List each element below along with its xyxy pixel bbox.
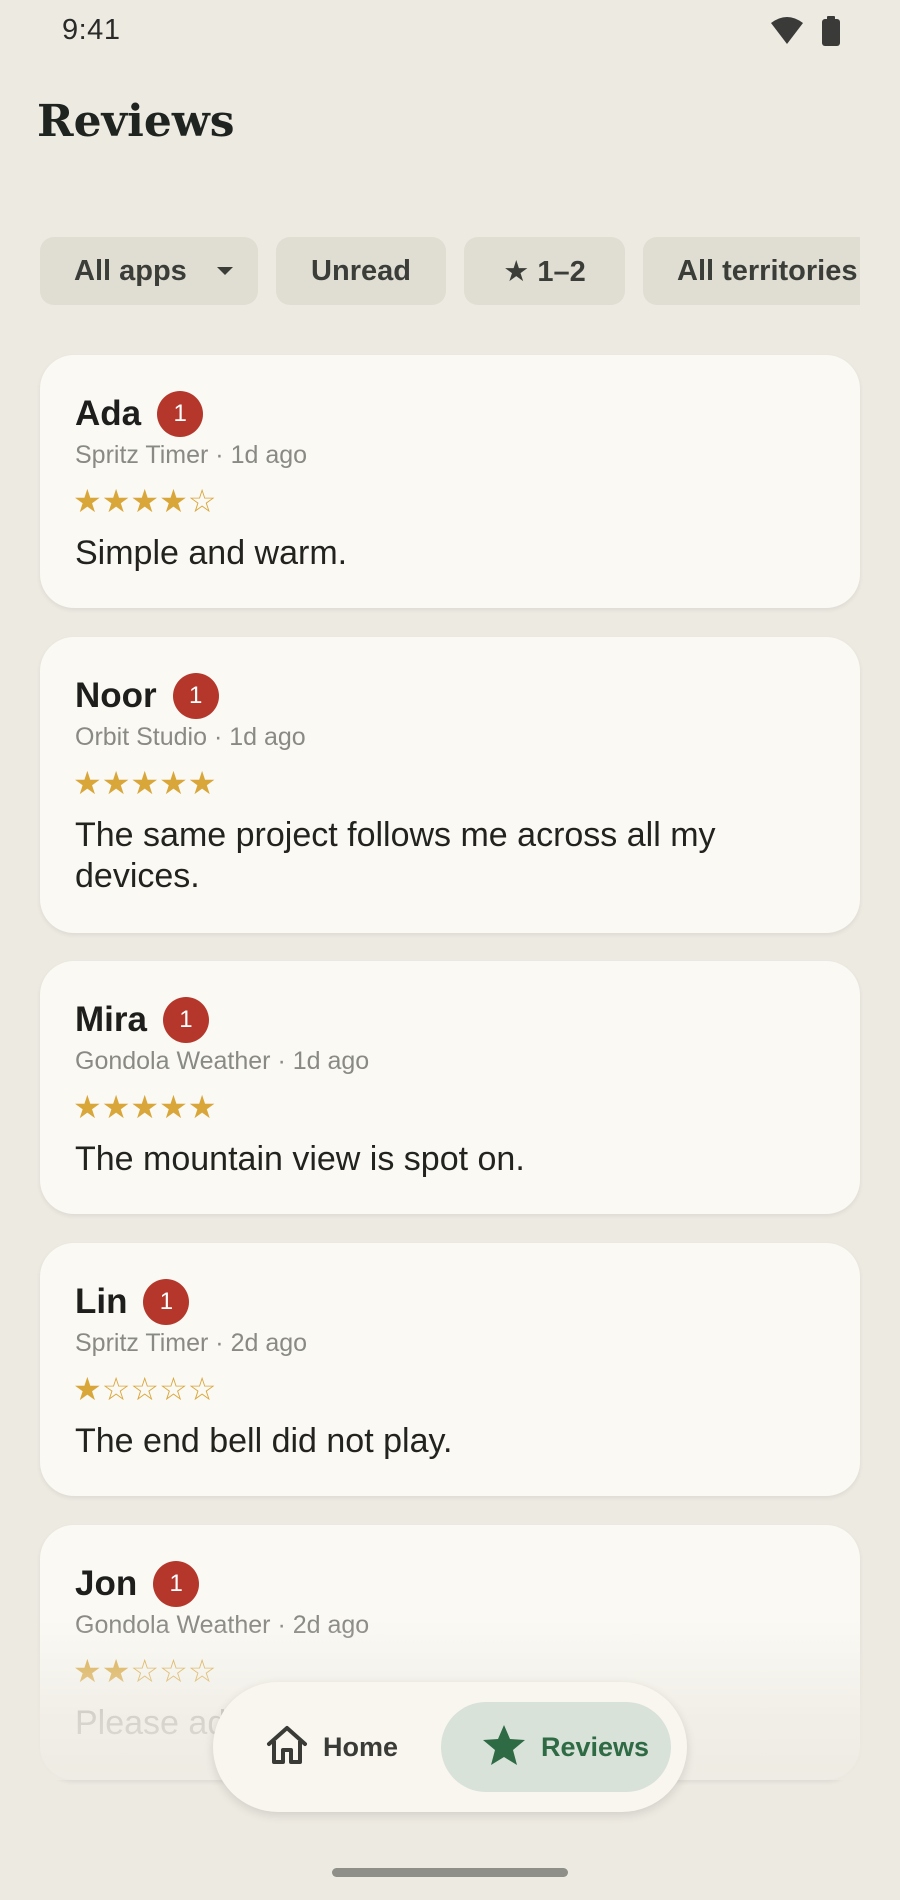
unread-badge: 1	[143, 1279, 190, 1325]
nav-home[interactable]: Home	[265, 1708, 415, 1786]
review-meta: Spritz Timer · 1d ago	[75, 441, 308, 469]
review-text: The same project follows me across all m…	[75, 816, 716, 895]
review-card[interactable]: Noor 1 Orbit Studio · 1d ago ★★★★★ The s…	[40, 637, 860, 933]
home-icon	[265, 1724, 309, 1771]
chevron-down-icon	[216, 267, 233, 275]
status-bar: 9:41	[0, 0, 900, 64]
status-time: 9:41	[62, 14, 121, 46]
star-rating-stars: ★★★★☆	[73, 482, 217, 520]
star-rating-stars: ★★☆☆☆	[73, 1652, 217, 1690]
review-card[interactable]: Mira 1 Gondola Weather · 1d ago ★★★★★ Th…	[40, 961, 860, 1214]
reviews-screen: 9:41 Reviews All apps Unread ★ 1–2 All t…	[0, 0, 900, 1900]
review-text: Simple and warm.	[75, 534, 348, 572]
unread-badge: 1	[162, 997, 209, 1043]
filter-territories-chip[interactable]: All territories	[643, 237, 860, 305]
star-rating: ★★★★☆	[73, 485, 216, 517]
reviewer-name: Lin	[75, 1282, 128, 1321]
star-rating: ★★★★★	[73, 1091, 216, 1123]
star-rating: ★☆☆☆☆	[73, 1373, 216, 1405]
page-title: Reviews	[37, 96, 235, 147]
nav-reviews[interactable]: Reviews	[441, 1702, 671, 1792]
filter-label: All apps	[74, 254, 187, 287]
review-card[interactable]: Lin 1 Spritz Timer · 2d ago ★☆☆☆☆ The en…	[40, 1243, 860, 1496]
review-header: Ada 1	[75, 391, 204, 437]
review-text: The mountain view is spot on.	[75, 1140, 525, 1178]
star-rating-stars: ★☆☆☆☆	[73, 1370, 217, 1408]
nav-home-label: Home	[323, 1731, 399, 1762]
status-icons	[770, 16, 840, 51]
review-meta: Orbit Studio · 1d ago	[75, 723, 306, 751]
reviewer-name: Ada	[75, 394, 142, 433]
unread-badge: 1	[157, 391, 204, 437]
unread-badge: 1	[153, 1561, 200, 1607]
filter-unread-chip[interactable]: Unread	[276, 237, 446, 305]
review-meta: Spritz Timer · 2d ago	[75, 1329, 308, 1357]
reviewer-name: Jon	[75, 1564, 138, 1603]
star-icon	[481, 1723, 527, 1772]
home-indicator[interactable]	[332, 1868, 568, 1877]
review-header: Lin 1	[75, 1279, 190, 1325]
star-rating-stars: ★★★★★	[73, 1088, 217, 1126]
filter-label: All territories	[677, 254, 858, 287]
filter-label: Unread	[311, 254, 411, 287]
bottom-nav: Home Reviews	[213, 1682, 687, 1812]
wifi-icon	[770, 17, 804, 50]
filter-chips: All apps Unread ★ 1–2 All territories	[40, 237, 860, 305]
review-text: The end bell did not play.	[75, 1422, 453, 1460]
star-rating: ★★☆☆☆	[73, 1655, 216, 1687]
review-header: Noor 1	[75, 673, 219, 719]
nav-reviews-label: Reviews	[541, 1731, 650, 1762]
battery-icon	[822, 16, 840, 51]
review-card[interactable]: Ada 1 Spritz Timer · 1d ago ★★★★☆ Simple…	[40, 355, 860, 608]
star-rating: ★★★★★	[73, 767, 216, 799]
reviewer-name: Noor	[75, 676, 157, 715]
filter-all-apps-dropdown[interactable]: All apps	[40, 237, 258, 305]
review-meta: Gondola Weather · 2d ago	[75, 1611, 370, 1639]
filter-low-rating-chip[interactable]: ★ 1–2	[464, 237, 625, 305]
review-header: Jon 1	[75, 1561, 200, 1607]
filter-label: ★ 1–2	[503, 255, 586, 288]
reviewer-name: Mira	[75, 1000, 147, 1039]
unread-badge: 1	[172, 673, 219, 719]
review-header: Mira 1	[75, 997, 209, 1043]
star-rating-stars: ★★★★★	[73, 764, 217, 802]
review-meta: Gondola Weather · 1d ago	[75, 1047, 370, 1075]
